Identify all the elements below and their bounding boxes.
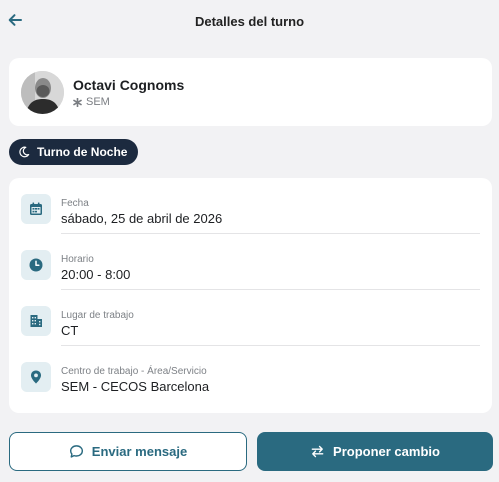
send-message-label: Enviar mensaje	[91, 444, 188, 459]
profile-role: SEM	[73, 96, 110, 108]
schedule-label: Horario	[61, 254, 94, 265]
workplace-value: CT	[61, 323, 79, 338]
profile-role-label: SEM	[86, 96, 110, 108]
propose-change-button[interactable]: Proponer cambio	[257, 432, 493, 471]
schedule-value: 20:00 - 8:00	[61, 267, 131, 282]
arrow-left-icon	[8, 14, 22, 26]
work-center-value: SEM - CECOS Barcelona	[61, 379, 210, 394]
work-center-label: Centro de trabajo - Área/Servicio	[61, 366, 207, 377]
shift-type-label: Turno de Noche	[37, 145, 128, 159]
send-message-button[interactable]: Enviar mensaje	[9, 432, 247, 471]
date-label: Fecha	[61, 198, 89, 209]
moon-icon	[19, 146, 30, 158]
avatar	[21, 71, 64, 114]
detail-row-workplace: Lugar de trabajo CT	[9, 290, 492, 346]
page-title: Detalles del turno	[194, 13, 305, 29]
back-button[interactable]	[4, 8, 26, 32]
detail-row-work-center: Centro de trabajo - Área/Servicio SEM - …	[9, 346, 492, 402]
shift-type-badge: Turno de Noche	[9, 139, 139, 165]
workplace-icon-box	[21, 306, 51, 336]
profile-card: Octavi Cognoms SEM	[9, 58, 492, 126]
profile-name: Octavi Cognoms	[73, 77, 185, 93]
location-pin-icon	[31, 370, 41, 384]
date-icon-box	[21, 194, 51, 224]
chat-bubble-icon	[69, 445, 83, 458]
top-bar: Detalles del turno	[0, 0, 499, 42]
detail-row-date: Fecha sábado, 25 de abril de 2026	[9, 178, 492, 234]
propose-change-label: Proponer cambio	[333, 444, 440, 459]
work-center-icon-box	[21, 362, 51, 392]
calendar-icon	[30, 202, 42, 215]
schedule-icon-box	[21, 250, 51, 280]
workplace-label: Lugar de trabajo	[61, 310, 134, 321]
detail-row-schedule: Horario 20:00 - 8:00	[9, 234, 492, 290]
date-value: sábado, 25 de abril de 2026	[61, 211, 223, 226]
clock-icon	[29, 258, 43, 272]
asterisk-icon	[73, 97, 82, 107]
building-icon	[30, 315, 42, 327]
shift-details-card: Fecha sábado, 25 de abril de 2026 Horari…	[9, 178, 492, 413]
swap-arrows-icon	[311, 445, 324, 458]
